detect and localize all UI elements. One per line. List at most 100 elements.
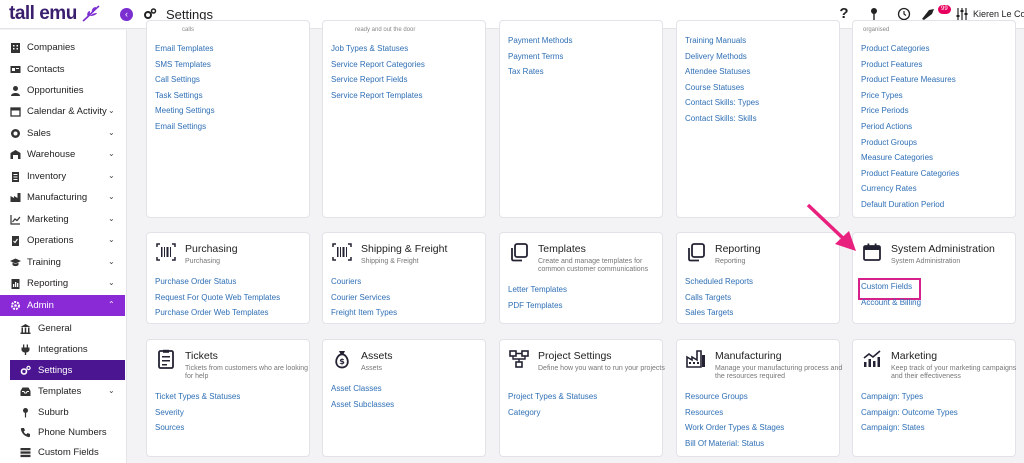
card-title: Marketing	[891, 350, 938, 362]
link-price-periods[interactable]: Price Periods	[861, 105, 959, 121]
link-project-types-statuses[interactable]: Project Types & Statuses	[508, 391, 597, 407]
link-product-categories[interactable]: Product Categories	[861, 43, 959, 59]
link-delivery-methods[interactable]: Delivery Methods	[685, 51, 759, 67]
sidebar-subitem-integrations[interactable]: Integrations	[10, 339, 125, 359]
link-po-web-templates[interactable]: Purchase Order Web Templates	[155, 307, 280, 323]
link-bill-of-material-status[interactable]: Bill Of Material: Status	[685, 438, 784, 454]
link-product-groups[interactable]: Product Groups	[861, 137, 959, 153]
link-work-order-types-stages[interactable]: Work Order Types & Stages	[685, 422, 784, 438]
card-title: Shipping & Freight	[361, 243, 448, 255]
card-title: Purchasing	[185, 243, 238, 255]
sidebar-item-companies[interactable]: Companies	[0, 37, 125, 58]
link-email-settings[interactable]: Email Settings	[155, 121, 215, 137]
gears-icon	[20, 365, 31, 375]
sidebar-item-inventory[interactable]: Inventory ⌄	[0, 166, 125, 187]
chevron-down-icon: ⌄	[108, 171, 115, 180]
link-sms-templates[interactable]: SMS Templates	[155, 59, 215, 75]
link-course-statuses[interactable]: Course Statuses	[685, 82, 759, 98]
leaf-logo-icon	[82, 5, 100, 22]
link-freight-item-types[interactable]: Freight Item Types	[331, 307, 397, 323]
link-product-feature-categories[interactable]: Product Feature Categories	[861, 168, 959, 184]
sidebar-item-warehouse[interactable]: Warehouse ⌄	[0, 144, 125, 165]
sidebar-subitem-suburb[interactable]: Suburb	[10, 402, 125, 422]
sidebar-subitem-general[interactable]: General	[10, 318, 125, 338]
sidebar-subitem-templates[interactable]: Templates ⌄	[10, 381, 125, 401]
link-severity[interactable]: Severity	[155, 407, 240, 423]
link-default-duration-period[interactable]: Default Duration Period	[861, 199, 959, 215]
logo[interactable]: tall emu	[9, 3, 77, 25]
link-courier-services[interactable]: Courier Services	[331, 292, 397, 308]
link-asset-subclasses[interactable]: Asset Subclasses	[331, 399, 394, 415]
link-sales-targets[interactable]: Sales Targets	[685, 307, 753, 323]
link-campaign-states[interactable]: Campaign: States	[861, 422, 958, 438]
link-price-types[interactable]: Price Types	[861, 90, 959, 106]
link-email-templates[interactable]: Email Templates	[155, 43, 215, 59]
link-custom-fields[interactable]: Custom Fields	[857, 278, 922, 300]
link-training-manuals[interactable]: Training Manuals	[685, 35, 759, 51]
chart-icon	[10, 215, 21, 225]
link-campaign-outcome-types[interactable]: Campaign: Outcome Types	[861, 407, 958, 423]
notification-badge: 99	[938, 5, 951, 14]
gear-icon	[11, 301, 20, 310]
svg-text:$: $	[339, 357, 345, 366]
user-name[interactable]: Kieren Le Cornu	[973, 9, 1024, 19]
card-products: organised Product Categories Product Fea…	[852, 20, 1016, 218]
sidebar-item-sales[interactable]: Sales ⌄	[0, 123, 125, 144]
link-sources[interactable]: Sources	[155, 422, 240, 438]
link-asset-classes[interactable]: Asset Classes	[331, 383, 394, 399]
sidebar-item-manufacturing[interactable]: Manufacturing ⌄	[0, 187, 125, 208]
link-currency-rates[interactable]: Currency Rates	[861, 183, 959, 199]
link-purchase-order-status[interactable]: Purchase Order Status	[155, 276, 280, 292]
link-ticket-types-statuses[interactable]: Ticket Types & Statuses	[155, 391, 240, 407]
link-account-billing[interactable]: Account & Billing	[861, 297, 921, 313]
help-icon[interactable]: ?	[836, 6, 852, 22]
sidebar-item-training[interactable]: Training ⌄	[0, 252, 125, 273]
sidebar-item-reporting[interactable]: Reporting ⌄	[0, 273, 125, 294]
link-meeting-settings[interactable]: Meeting Settings	[155, 105, 215, 121]
link-attendee-statuses[interactable]: Attendee Statuses	[685, 66, 759, 82]
card-title: System Administration	[891, 243, 995, 255]
link-contact-skills-skills[interactable]: Contact Skills: Skills	[685, 113, 759, 129]
link-service-report-fields[interactable]: Service Report Fields	[331, 74, 425, 90]
copy-icon	[688, 243, 705, 262]
link-job-types-statuses[interactable]: Job Types & Statuses	[331, 43, 425, 59]
link-task-settings[interactable]: Task Settings	[155, 90, 215, 106]
sidebar-item-operations[interactable]: Operations ⌄	[0, 230, 125, 251]
sidebar-item-calendar-activity[interactable]: Calendar & Activity ⌄	[0, 101, 125, 122]
sidebar-item-marketing[interactable]: Marketing ⌄	[0, 209, 125, 230]
sidebar-subitem-phone-numbers[interactable]: Phone Numbers	[10, 422, 125, 442]
link-product-features[interactable]: Product Features	[861, 59, 959, 75]
sidebar-item-admin[interactable]: Admin ⌃	[0, 295, 125, 316]
collapse-sidebar-button[interactable]: ‹	[120, 8, 133, 21]
sidebar-item-opportunities[interactable]: Opportunities	[0, 80, 125, 101]
card-subtitle: Tickets from customers who are looking f…	[185, 365, 309, 380]
link-measure-categories[interactable]: Measure Categories	[861, 152, 959, 168]
card-links: Asset Classes Asset Subclasses	[331, 383, 394, 414]
link-pdf-templates[interactable]: PDF Templates	[508, 300, 567, 316]
link-product-feature-measures[interactable]: Product Feature Measures	[861, 74, 959, 90]
sidebar-item-contacts[interactable]: Contacts	[0, 59, 125, 80]
link-scheduled-reports[interactable]: Scheduled Reports	[685, 276, 753, 292]
link-call-settings[interactable]: Call Settings	[155, 74, 215, 90]
link-rfq-web-templates[interactable]: Request For Quote Web Templates	[155, 292, 280, 308]
link-period-actions[interactable]: Period Actions	[861, 121, 959, 137]
link-campaign-types[interactable]: Campaign: Types	[861, 391, 958, 407]
card-templates: Templates Create and manage templates fo…	[499, 232, 663, 324]
link-resource-groups[interactable]: Resource Groups	[685, 391, 784, 407]
sitemap-icon	[509, 350, 529, 368]
link-letter-templates[interactable]: Letter Templates	[508, 284, 567, 300]
link-tax-rates[interactable]: Tax Rates	[508, 66, 572, 82]
link-service-report-templates[interactable]: Service Report Templates	[331, 90, 425, 106]
sidebar-subitem-settings[interactable]: Settings	[10, 360, 125, 380]
link-calls-targets[interactable]: Calls Targets	[685, 292, 753, 308]
link-category[interactable]: Category	[508, 407, 597, 423]
link-resources[interactable]: Resources	[685, 407, 784, 423]
link-couriers[interactable]: Couriers	[331, 276, 397, 292]
sidebar-subitem-custom-fields[interactable]: Custom Fields	[10, 442, 125, 462]
link-payment-methods[interactable]: Payment Methods	[508, 35, 572, 51]
link-service-report-categories[interactable]: Service Report Categories	[331, 59, 425, 75]
card-links: Custom Fields Account & Billing	[857, 276, 922, 313]
chevron-down-icon: ⌄	[108, 235, 115, 244]
link-payment-terms[interactable]: Payment Terms	[508, 51, 572, 67]
link-contact-skills-types[interactable]: Contact Skills: Types	[685, 97, 759, 113]
